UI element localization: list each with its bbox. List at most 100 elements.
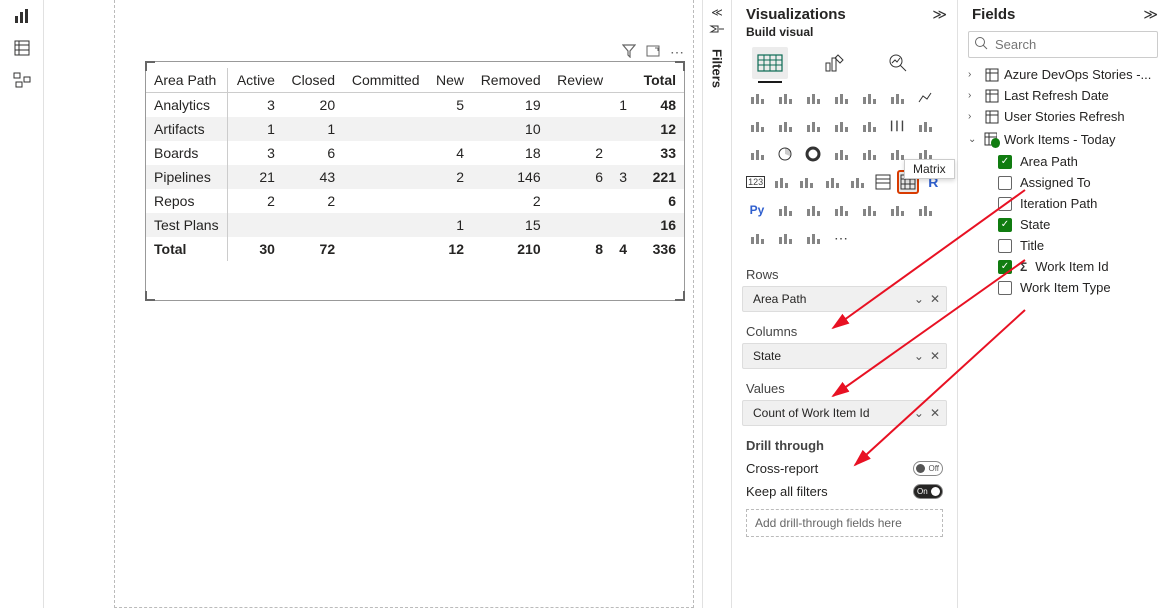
field-checkbox[interactable] (998, 155, 1012, 169)
field-checkbox[interactable] (998, 176, 1012, 190)
field-item[interactable]: State (968, 214, 1158, 235)
table-row[interactable]: Pipelines2143214663221 (146, 165, 684, 189)
table-row[interactable]: Artifacts111012 (146, 117, 684, 141)
field-checkbox[interactable] (998, 218, 1012, 232)
filters-pane-collapsed[interactable]: ≪ Filters (702, 0, 732, 608)
kpi-viz-icon[interactable] (822, 171, 841, 193)
matrix-col-header[interactable]: Active (228, 68, 283, 93)
expand-filters-icon[interactable]: ≪ (711, 6, 723, 19)
table-node[interactable]: ›Last Refresh Date (968, 85, 1158, 106)
funnel-viz-icon[interactable] (914, 115, 936, 137)
pie-viz-icon[interactable] (774, 143, 796, 165)
matrix-tooltip: Matrix (904, 159, 955, 179)
matrix-col-header[interactable]: Closed (283, 68, 343, 93)
field-checkbox[interactable] (998, 260, 1012, 274)
field-item[interactable]: Iteration Path (968, 193, 1158, 214)
remove-icon[interactable]: ✕ (930, 349, 940, 363)
remove-icon[interactable]: ✕ (930, 406, 940, 420)
waterfall-viz-icon[interactable]: ┃┃┃ (886, 115, 908, 137)
key-influencers-viz-icon[interactable] (774, 199, 796, 221)
smart-narrative-viz-icon[interactable] (858, 199, 880, 221)
stacked-column-viz-icon[interactable] (802, 87, 824, 109)
decomposition-viz-icon[interactable] (802, 199, 824, 221)
focus-icon[interactable] (646, 44, 660, 61)
matrix-col-header[interactable]: Committed (343, 68, 427, 93)
matrix-visual[interactable]: ⋯ Area PathActiveClosedCommittedNewRemov… (145, 61, 685, 301)
cross-report-toggle[interactable]: Off (913, 461, 943, 476)
matrix-col-header[interactable] (611, 68, 635, 93)
stacked-area-viz-icon[interactable] (774, 115, 796, 137)
field-item[interactable]: Area Path (968, 151, 1158, 172)
q-and-a-viz-icon[interactable] (830, 199, 852, 221)
scatter-viz-icon[interactable] (746, 143, 768, 165)
chevron-down-icon[interactable]: ⌄ (914, 406, 924, 420)
treemap-viz-icon[interactable] (830, 143, 852, 165)
matrix-col-header[interactable]: Review (549, 68, 611, 93)
visualizations-panel: Visualizations ≫ Build visual ┃┃┃123RPy⋯… (732, 0, 958, 608)
line-stacked-viz-icon[interactable] (830, 115, 852, 137)
donut-viz-icon[interactable] (802, 143, 824, 165)
table-row[interactable]: Test Plans11516 (146, 213, 684, 237)
more-viz-icon[interactable] (802, 227, 824, 249)
collapse-viz-icon[interactable]: ≫ (932, 6, 947, 23)
ellipsis-viz-icon[interactable]: ⋯ (830, 227, 852, 249)
remove-icon[interactable]: ✕ (930, 292, 940, 306)
rows-well-item[interactable]: Area Path⌄✕ (742, 286, 947, 312)
gauge-viz-icon[interactable]: 123 (746, 171, 765, 193)
format-tab[interactable] (816, 47, 852, 79)
stacked-bar-viz-icon[interactable] (746, 87, 768, 109)
matrix-col-header[interactable]: Removed (472, 68, 549, 93)
power-automate-viz-icon[interactable] (774, 227, 796, 249)
100-stacked-column-viz-icon[interactable] (886, 87, 908, 109)
card-viz-icon[interactable] (771, 171, 790, 193)
filter-icon[interactable] (622, 44, 636, 61)
matrix-col-header[interactable]: New (428, 68, 472, 93)
clustered-bar-viz-icon[interactable] (830, 87, 852, 109)
chevron-down-icon[interactable]: ⌄ (914, 349, 924, 363)
keep-filters-toggle[interactable]: On (913, 484, 943, 499)
slicer-viz-icon[interactable] (848, 171, 867, 193)
report-view-icon[interactable] (12, 6, 32, 26)
100-stacked-bar-viz-icon[interactable] (858, 87, 880, 109)
search-input[interactable] (968, 31, 1158, 58)
field-item[interactable]: Work Item Type (968, 277, 1158, 298)
filters-icon[interactable] (708, 23, 726, 41)
table-node[interactable]: ›Azure DevOps Stories -... (968, 64, 1158, 85)
clustered-column-viz-icon[interactable] (774, 87, 796, 109)
multi-row-card-viz-icon[interactable] (797, 171, 816, 193)
paginated-viz-icon[interactable] (886, 199, 908, 221)
matrix-col-header[interactable]: Total (635, 68, 684, 93)
power-apps-viz-icon[interactable] (746, 227, 768, 249)
line-viz-icon[interactable] (914, 87, 936, 109)
table-row[interactable]: Boards36418233 (146, 141, 684, 165)
model-view-icon[interactable] (12, 70, 32, 90)
field-checkbox[interactable] (998, 239, 1012, 253)
metrics-viz-icon[interactable] (914, 199, 936, 221)
table-row[interactable]: Analytics320519148 (146, 93, 684, 118)
line-clustered-viz-icon[interactable] (802, 115, 824, 137)
analytics-tab[interactable] (880, 47, 916, 79)
data-view-icon[interactable] (12, 38, 32, 58)
table-viz-icon[interactable] (873, 171, 892, 193)
field-checkbox[interactable] (998, 281, 1012, 295)
field-item[interactable]: ΣWork Item Id (968, 256, 1158, 277)
values-well-item[interactable]: Count of Work Item Id⌄✕ (742, 400, 947, 426)
field-checkbox[interactable] (998, 197, 1012, 211)
area-viz-icon[interactable] (746, 115, 768, 137)
build-tab[interactable] (752, 47, 788, 79)
chevron-down-icon[interactable]: ⌄ (914, 292, 924, 306)
matrix-col-header[interactable]: Area Path (146, 68, 228, 93)
drillthrough-drop[interactable]: Add drill-through fields here (746, 509, 943, 537)
map-viz-icon[interactable] (858, 143, 880, 165)
table-node[interactable]: ›User Stories Refresh (968, 106, 1158, 127)
field-item[interactable]: Assigned To (968, 172, 1158, 193)
more-icon[interactable]: ⋯ (670, 44, 684, 61)
table-node[interactable]: ⌄Work Items - Today (968, 127, 1158, 151)
ribbon-viz-icon[interactable] (858, 115, 880, 137)
python-viz-icon[interactable]: Py (746, 199, 768, 221)
table-row[interactable]: Repos2226 (146, 189, 684, 213)
collapse-fields-icon[interactable]: ≫ (1143, 6, 1158, 23)
columns-well-item[interactable]: State⌄✕ (742, 343, 947, 369)
field-item[interactable]: Title (968, 235, 1158, 256)
report-canvas[interactable]: ⋯ Area PathActiveClosedCommittedNewRemov… (44, 0, 702, 608)
